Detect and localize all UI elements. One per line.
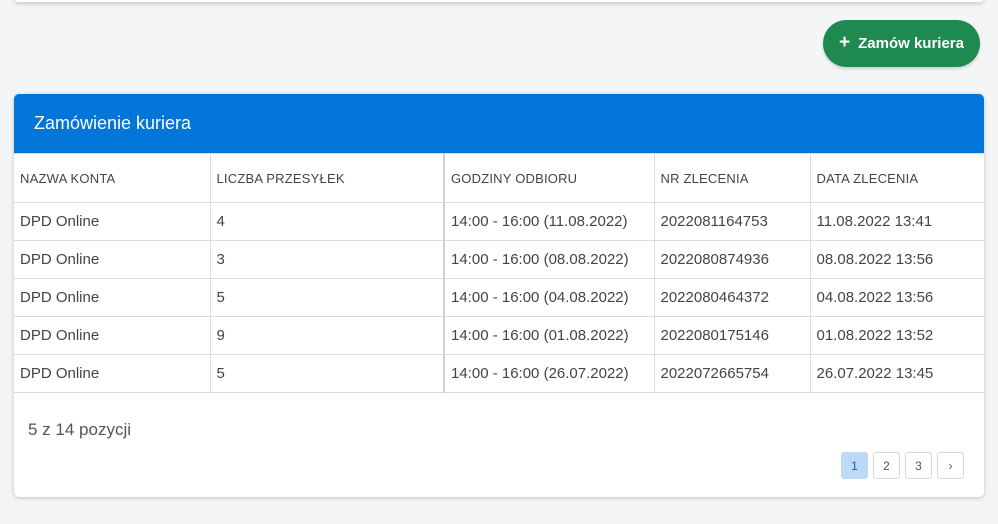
order-courier-button[interactable]: + Zamów kuriera bbox=[823, 20, 980, 67]
cell-parcel-count: 3 bbox=[209, 240, 445, 279]
cell-parcel-count: 5 bbox=[209, 354, 445, 393]
table-row[interactable]: DPD Online 5 14:00 - 16:00 (04.08.2022) … bbox=[14, 278, 984, 317]
column-header-parcel-count[interactable]: LICZBA PRZESYŁEK bbox=[209, 153, 445, 203]
cell-pickup-hours: 14:00 - 16:00 (26.07.2022) bbox=[443, 354, 655, 393]
cell-order-number: 2022080464372 bbox=[653, 278, 811, 317]
cell-order-date: 01.08.2022 13:52 bbox=[809, 316, 984, 355]
cell-pickup-hours: 14:00 - 16:00 (01.08.2022) bbox=[443, 316, 655, 355]
page-button-2[interactable]: 2 bbox=[873, 452, 900, 479]
cell-order-number: 2022080874936 bbox=[653, 240, 811, 279]
courier-orders-panel: Zamówienie kuriera NAZWA KONTA LICZBA PR… bbox=[14, 94, 984, 497]
cell-order-number: 2022080175146 bbox=[653, 316, 811, 355]
pagination: 1 2 3 › bbox=[841, 452, 964, 479]
order-courier-label: Zamów kuriera bbox=[858, 35, 964, 52]
column-header-order-number[interactable]: NR ZLECENIA bbox=[653, 153, 811, 203]
cell-account-name: DPD Online bbox=[14, 278, 211, 317]
cell-order-date: 04.08.2022 13:56 bbox=[809, 278, 984, 317]
cell-pickup-hours: 14:00 - 16:00 (04.08.2022) bbox=[443, 278, 655, 317]
cell-parcel-count: 9 bbox=[209, 316, 445, 355]
cell-account-name: DPD Online bbox=[14, 354, 211, 393]
next-page-button[interactable]: › bbox=[937, 452, 964, 479]
orders-table: NAZWA KONTA LICZBA PRZESYŁEK GODZINY ODB… bbox=[14, 153, 984, 393]
panel-title: Zamówienie kuriera bbox=[14, 94, 984, 153]
table-row[interactable]: DPD Online 5 14:00 - 16:00 (26.07.2022) … bbox=[14, 354, 984, 393]
column-header-pickup-hours[interactable]: GODZINY ODBIORU bbox=[443, 153, 655, 203]
column-header-account-name[interactable]: NAZWA KONTA bbox=[14, 153, 211, 203]
cell-order-number: 2022081164753 bbox=[653, 202, 811, 241]
page-button-3[interactable]: 3 bbox=[905, 452, 932, 479]
cell-order-number: 2022072665754 bbox=[653, 354, 811, 393]
table-row[interactable]: DPD Online 3 14:00 - 16:00 (08.08.2022) … bbox=[14, 240, 984, 279]
table-row[interactable]: DPD Online 9 14:00 - 16:00 (01.08.2022) … bbox=[14, 316, 984, 355]
cell-order-date: 11.08.2022 13:41 bbox=[809, 202, 984, 241]
cell-pickup-hours: 14:00 - 16:00 (11.08.2022) bbox=[443, 202, 655, 241]
pagination-summary: 5 z 14 pozycji bbox=[28, 420, 131, 439]
table-header-row: NAZWA KONTA LICZBA PRZESYŁEK GODZINY ODB… bbox=[14, 153, 984, 203]
page-button-1[interactable]: 1 bbox=[841, 452, 868, 479]
cell-pickup-hours: 14:00 - 16:00 (08.08.2022) bbox=[443, 240, 655, 279]
column-header-order-date[interactable]: DATA ZLECENIA bbox=[809, 153, 984, 203]
table-row[interactable]: DPD Online 4 14:00 - 16:00 (11.08.2022) … bbox=[14, 202, 984, 241]
plus-icon: + bbox=[839, 32, 851, 53]
cell-parcel-count: 4 bbox=[209, 202, 445, 241]
cell-order-date: 08.08.2022 13:56 bbox=[809, 240, 984, 279]
cell-account-name: DPD Online bbox=[14, 316, 211, 355]
previous-card bbox=[14, 0, 984, 2]
cell-account-name: DPD Online bbox=[14, 240, 211, 279]
cell-account-name: DPD Online bbox=[14, 202, 211, 241]
chevron-right-icon: › bbox=[948, 458, 953, 473]
cell-parcel-count: 5 bbox=[209, 278, 445, 317]
cell-order-date: 26.07.2022 13:45 bbox=[809, 354, 984, 393]
